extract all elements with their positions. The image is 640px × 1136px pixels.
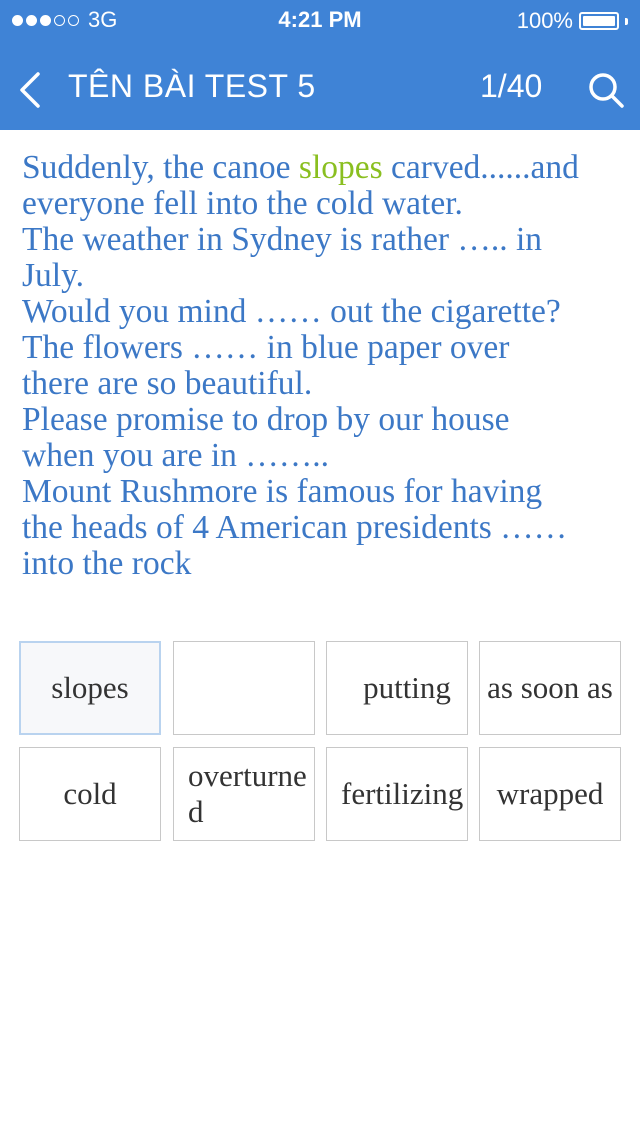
chevron-left-icon[interactable] xyxy=(16,70,44,110)
word-tile[interactable]: overturned xyxy=(173,747,315,841)
word-tile-label: putting xyxy=(363,670,451,705)
battery-icon xyxy=(579,12,619,30)
question-line: everyone fell into the cold water. xyxy=(22,185,463,222)
question-segment: carved......and xyxy=(382,149,579,186)
question-segment: Suddenly, the canoe xyxy=(22,149,299,186)
question-line: Would you mind …… out the cigarette? xyxy=(22,293,561,330)
word-tile-label: fertilizing xyxy=(341,776,464,811)
question-line: The weather in Sydney is rather ….. in xyxy=(22,221,543,258)
word-tile[interactable]: cold xyxy=(19,747,161,841)
word-tile[interactable]: fertilizing xyxy=(326,747,468,841)
question-progress: 1/40 xyxy=(480,68,543,104)
page-title: TÊN BÀI TEST 5 xyxy=(68,68,316,104)
question-line: into the rock xyxy=(22,545,192,582)
word-tile[interactable]: as soon as xyxy=(479,641,621,735)
word-tile-label: overturned xyxy=(188,758,307,829)
battery-status: 100% xyxy=(517,8,628,34)
navigation-bar: TÊN BÀI TEST 5 1/40 xyxy=(0,40,640,130)
battery-level xyxy=(583,16,615,26)
question-line: The flowers …… in blue paper over xyxy=(22,329,510,366)
battery-percent: 100% xyxy=(516,8,573,33)
word-choice-grid: slopes putting as soon as cold overturne… xyxy=(19,641,623,843)
word-tile[interactable]: wrapped xyxy=(479,747,621,841)
battery-tip xyxy=(625,17,628,25)
question-line: Mount Rushmore is famous for having xyxy=(22,473,543,510)
word-tile[interactable]: putting xyxy=(326,641,468,735)
word-tile-label: wrapped xyxy=(496,776,604,811)
word-tile-label: cold xyxy=(63,776,117,811)
question-line: Suddenly, the canoe slopes carved......a… xyxy=(22,150,622,186)
question-line: Please promise to drop by our house xyxy=(22,401,510,438)
word-tile-label: as soon as xyxy=(487,670,613,705)
question-line: there are so beautiful. xyxy=(22,365,313,402)
app-header: 3G 4:21 PM 100% TÊN BÀI TEST 5 1/40 xyxy=(0,0,640,130)
word-tile[interactable]: slopes xyxy=(19,641,161,735)
word-tile-label: slopes xyxy=(51,670,129,705)
status-bar: 3G 4:21 PM 100% xyxy=(0,0,640,40)
question-line: when you are in …….. xyxy=(22,437,330,474)
question-text: Suddenly, the canoe slopes carved......a… xyxy=(22,150,622,582)
search-icon[interactable] xyxy=(586,70,626,110)
question-line: July. xyxy=(22,257,85,294)
filled-answer[interactable]: slopes xyxy=(299,149,383,186)
question-line: the heads of 4 American presidents …… xyxy=(22,509,568,546)
word-tile-empty[interactable] xyxy=(173,641,315,735)
